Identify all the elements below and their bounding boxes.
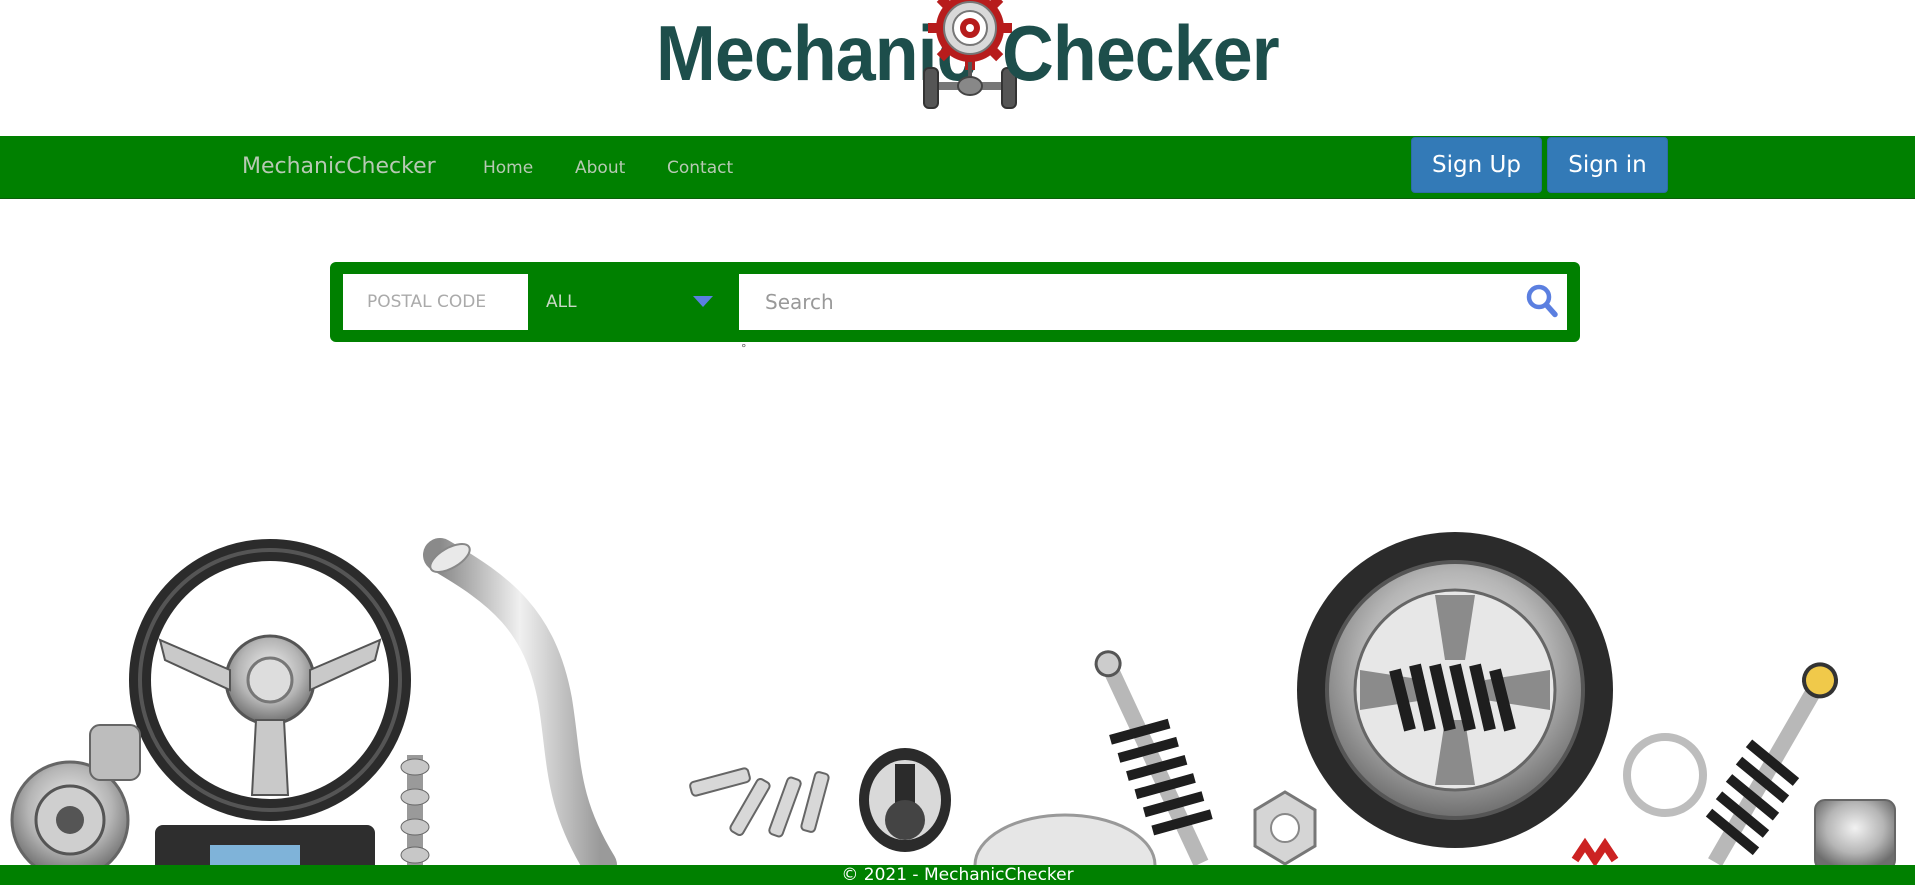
category-select-value: ALL [546, 292, 577, 312]
footer-copyright: © 2021 - MechanicChecker [841, 865, 1074, 885]
search-icon[interactable] [1526, 284, 1558, 318]
nav-link-home[interactable]: Home [483, 158, 533, 178]
piston-icon [1814, 799, 1896, 865]
sign-up-button[interactable]: Sign Up [1411, 137, 1542, 193]
red-spring-icon [1571, 837, 1619, 865]
nav-link-contact[interactable]: Contact [667, 158, 733, 178]
nav-link-about[interactable]: About [575, 158, 625, 178]
brake-disc-icon [973, 813, 1157, 865]
steering-wheel-icon [129, 539, 411, 821]
category-select[interactable]: ALL [538, 274, 728, 330]
main-navbar: MechanicChecker Home About Contact Sign … [0, 136, 1915, 199]
car-parts-illustration [10, 532, 1896, 865]
wheel-icon [1297, 532, 1613, 848]
camshaft-icon [400, 755, 430, 865]
site-logo: Mechanic Checker [650, 0, 1280, 130]
degree-mark: ° [741, 342, 747, 355]
chevron-down-icon [693, 296, 713, 307]
logo-text-right: Checker [1002, 9, 1280, 97]
piston-ring-icon [1623, 733, 1707, 817]
sign-in-button[interactable]: Sign in [1547, 137, 1668, 193]
navbar-brand[interactable]: MechanicChecker [242, 154, 436, 179]
postal-code-input[interactable] [343, 274, 528, 330]
search-input[interactable] [739, 274, 1567, 330]
site-footer: © 2021 - MechanicChecker [0, 865, 1915, 885]
gear-shifter-icon [859, 748, 951, 852]
search-bar: ALL [330, 262, 1580, 342]
spark-plugs-icon [689, 767, 830, 838]
exhaust-pipe-icon [423, 538, 617, 865]
turbo-icon [10, 724, 141, 865]
